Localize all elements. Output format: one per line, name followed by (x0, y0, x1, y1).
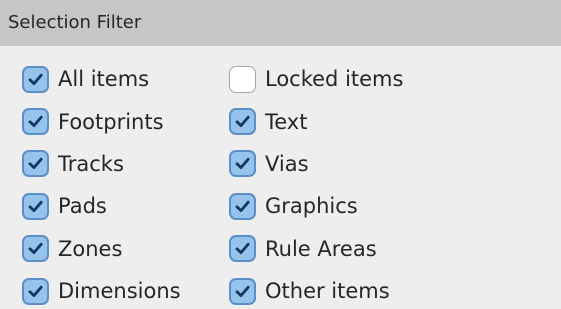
selection-filter-panel: Selection Filter All items Locked items … (0, 0, 561, 309)
filter-locked-items[interactable]: Locked items (229, 58, 429, 100)
checkmark-icon (235, 243, 250, 255)
checkmark-icon (28, 73, 43, 85)
checkbox[interactable] (229, 65, 256, 93)
filter-label: Footprints (58, 109, 164, 134)
checkbox[interactable] (22, 192, 49, 220)
checkmark-icon (28, 115, 43, 128)
filter-tracks[interactable]: Tracks (22, 143, 229, 185)
checkbox[interactable] (22, 108, 49, 136)
checkmark-icon (235, 285, 250, 297)
checkmark-icon (28, 200, 43, 212)
filter-label: Tracks (58, 151, 124, 176)
filter-label: Pads (58, 194, 107, 219)
checkbox[interactable] (22, 65, 49, 93)
filter-dimensions[interactable]: Dimensions (22, 270, 229, 309)
checkbox[interactable] (229, 277, 256, 305)
filter-pads[interactable]: Pads (22, 185, 229, 227)
filter-label: Dimensions (58, 279, 181, 304)
panel-title: Selection Filter (0, 0, 561, 46)
filter-label: Locked items (265, 67, 404, 92)
filter-other-items[interactable]: Other items (229, 270, 429, 309)
filter-graphics[interactable]: Graphics (229, 185, 429, 227)
checkbox[interactable] (229, 108, 256, 136)
filter-label: Graphics (265, 194, 358, 219)
filter-zones[interactable]: Zones (22, 228, 229, 270)
checkmark-icon (28, 243, 43, 255)
filter-rule-areas[interactable]: Rule Areas (229, 228, 429, 270)
filter-all-items[interactable]: All items (22, 58, 229, 100)
checkmark-icon (28, 158, 43, 170)
filter-label: Vias (265, 151, 309, 176)
checkbox[interactable] (22, 277, 49, 305)
checkbox[interactable] (22, 235, 49, 263)
checkmark-icon (235, 115, 250, 128)
filter-text[interactable]: Text (229, 100, 429, 142)
filter-label: Zones (58, 236, 123, 261)
filter-label: Other items (265, 279, 390, 304)
checkbox[interactable] (229, 150, 256, 178)
checkbox[interactable] (229, 235, 256, 263)
checkmark-icon (235, 200, 250, 212)
filter-grid: All items Locked items Footprints Text T… (22, 58, 429, 309)
filter-vias[interactable]: Vias (229, 143, 429, 185)
filter-label: All items (58, 67, 150, 92)
filter-label: Text (265, 109, 308, 134)
checkmark-icon (28, 285, 43, 297)
checkbox[interactable] (229, 192, 256, 220)
checkbox[interactable] (22, 150, 49, 178)
checkmark-icon (235, 158, 250, 170)
filter-label: Rule Areas (265, 236, 377, 261)
filter-footprints[interactable]: Footprints (22, 100, 229, 142)
